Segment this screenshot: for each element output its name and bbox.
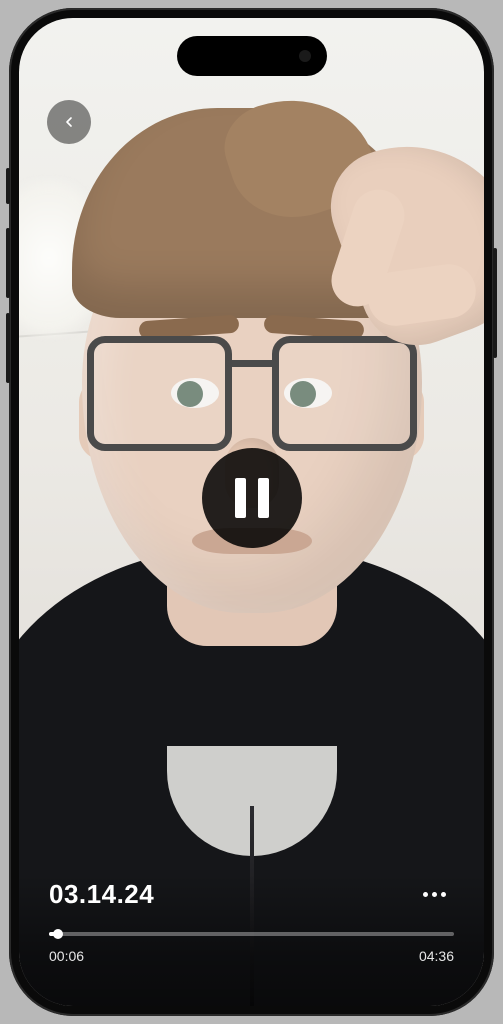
video-title: 03.14.24 (49, 879, 154, 910)
screen: 03.14.24 00:06 04:36 (19, 18, 484, 1006)
ellipsis-icon (423, 892, 428, 897)
side-button (6, 168, 10, 204)
dynamic-island (177, 36, 327, 76)
total-duration: 04:36 (419, 948, 454, 964)
chevron-left-icon (61, 114, 77, 130)
back-button[interactable] (47, 100, 91, 144)
progress-handle[interactable] (53, 929, 63, 939)
progress-bar[interactable] (49, 932, 454, 936)
side-button (493, 248, 497, 358)
phone-frame: 03.14.24 00:06 04:36 (9, 8, 494, 1016)
pause-icon (235, 478, 269, 518)
player-controls: 03.14.24 00:06 04:36 (19, 874, 484, 1006)
more-options-button[interactable] (414, 874, 454, 914)
side-button (6, 313, 10, 383)
elapsed-time: 00:06 (49, 948, 84, 964)
front-camera-icon (299, 50, 311, 62)
side-button (6, 228, 10, 298)
pause-button[interactable] (202, 448, 302, 548)
